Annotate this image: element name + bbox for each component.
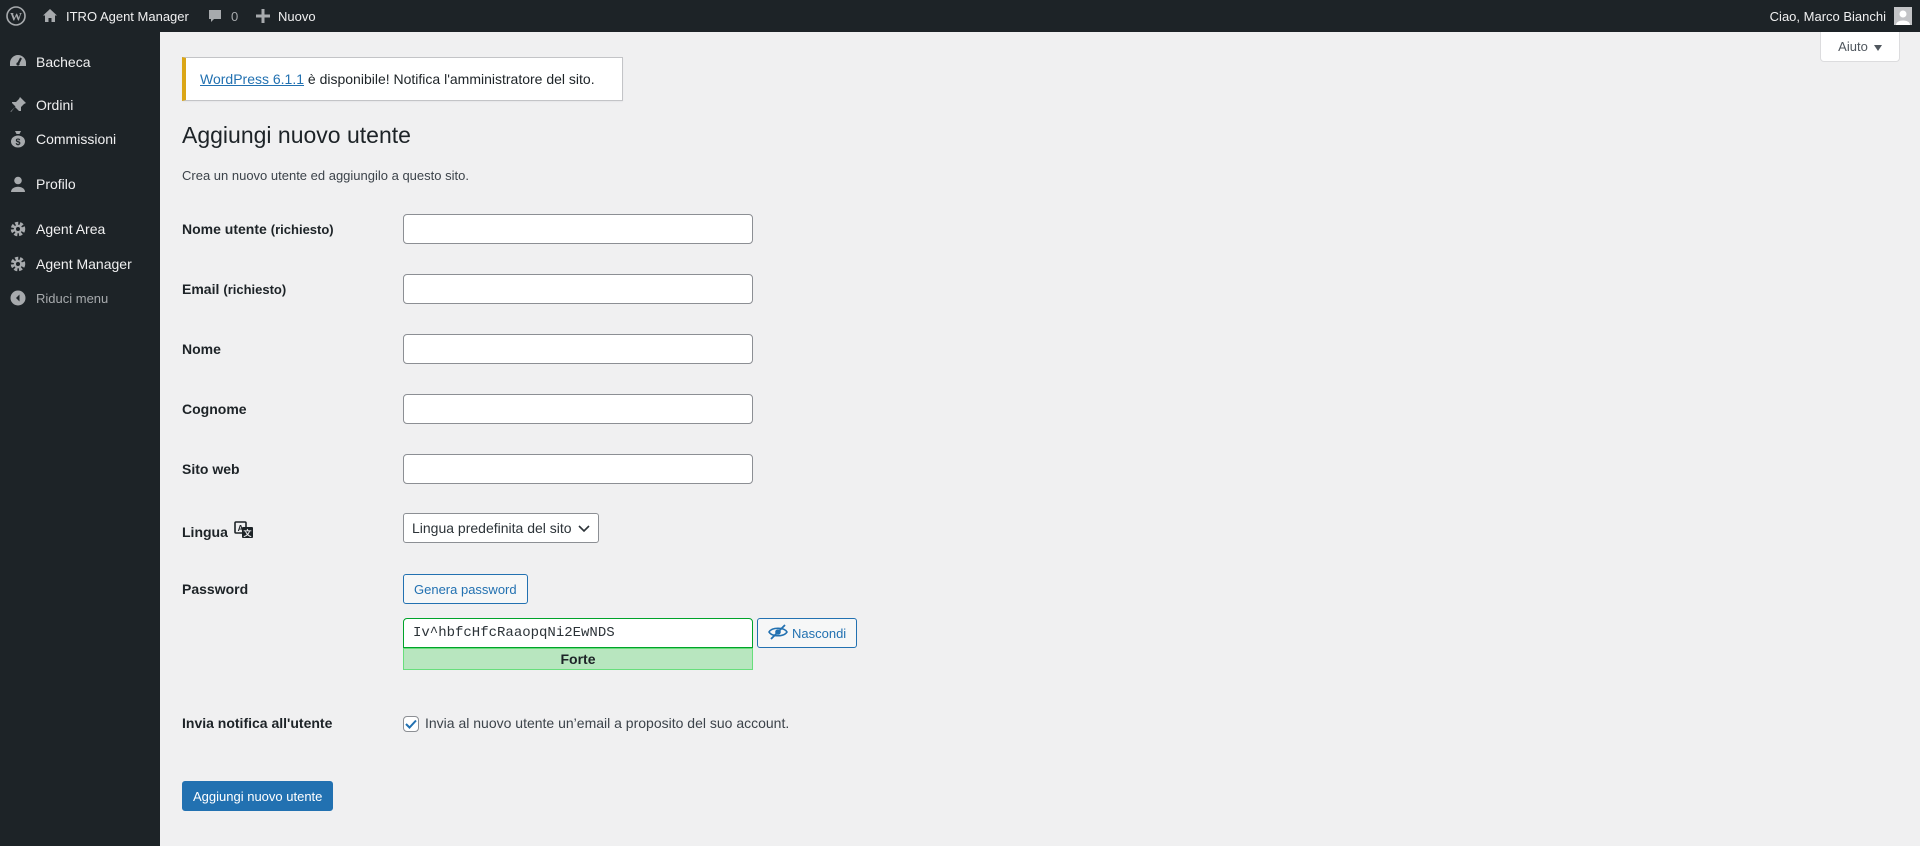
collapse-arrow-icon — [0, 290, 36, 306]
wordpress-logo-icon[interactable]: W — [6, 0, 26, 32]
dashboard-icon — [0, 53, 36, 71]
generate-password-button[interactable]: Genera password — [403, 574, 528, 604]
admin-bar: W ITRO Agent Manager 0 Nuovo Ciao, Marco… — [0, 0, 1920, 32]
wordpress-update-link[interactable]: WordPress 6.1.1 — [200, 71, 304, 87]
site-name-link[interactable]: ITRO Agent Manager — [42, 0, 189, 32]
checkmark-icon — [405, 719, 417, 729]
language-label: Lingua A文 — [182, 521, 254, 542]
sidebar-item-label: Agent Area — [36, 221, 106, 237]
hide-password-button[interactable]: Nascondi — [757, 618, 858, 648]
required-marker: (richiesto) — [223, 281, 287, 297]
email-input[interactable] — [403, 274, 753, 304]
password-label: Password — [182, 581, 249, 597]
notice-text: è disponibile! Notifica l'amministratore… — [304, 71, 595, 87]
last-name-label: Cognome — [182, 401, 247, 417]
gear-icon — [0, 255, 36, 273]
language-select[interactable]: Lingua predefinita del sito — [403, 513, 599, 543]
collapse-menu-button[interactable]: Riduci menu — [0, 281, 160, 315]
translation-icon: A文 — [234, 521, 254, 542]
comments-count: 0 — [231, 8, 239, 24]
new-content-link[interactable]: Nuovo — [256, 0, 316, 32]
password-input[interactable]: Iv^hbfcHfcRaaopqNi2EwNDS — [403, 618, 753, 648]
eye-hidden-icon — [768, 623, 788, 643]
username-input[interactable] — [403, 214, 753, 244]
website-label: Sito web — [182, 461, 240, 477]
collapse-menu-label: Riduci menu — [36, 290, 109, 306]
sidebar-item-ordini[interactable]: Ordini — [0, 88, 160, 122]
sidebar-item-commissioni[interactable]: $ Commissioni — [0, 122, 160, 156]
gear-icon — [0, 220, 36, 238]
language-selected: Lingua predefinita del sito — [412, 520, 572, 536]
first-name-input[interactable] — [403, 334, 753, 364]
pin-icon — [0, 96, 36, 114]
site-name-label: ITRO Agent Manager — [66, 8, 189, 24]
chevron-down-icon — [577, 520, 590, 536]
sidebar-item-agent-manager[interactable]: Agent Manager — [0, 247, 160, 281]
user-icon — [0, 175, 36, 193]
website-input[interactable] — [403, 454, 753, 484]
svg-text:文: 文 — [243, 528, 252, 538]
main-content: Aiuto WordPress 6.1.1 è disponibile! Not… — [160, 32, 1920, 846]
help-tab-button[interactable]: Aiuto — [1820, 32, 1900, 62]
password-strength-meter: Forte — [403, 648, 753, 670]
page-title: Aggiungi nuovo utente — [182, 122, 411, 148]
email-label: Email (richiesto) — [182, 281, 286, 297]
sidebar-item-agent-area[interactable]: Agent Area — [0, 212, 160, 246]
sidebar-item-label: Commissioni — [36, 131, 117, 147]
comments-link[interactable]: 0 — [207, 0, 238, 32]
update-notice: WordPress 6.1.1 è disponibile! Notifica … — [182, 57, 623, 101]
home-icon — [42, 8, 58, 24]
page-description: Crea un nuovo utente ed aggiungilo a que… — [182, 168, 469, 183]
required-marker: (richiesto) — [270, 221, 334, 237]
notify-checkbox[interactable] — [403, 716, 419, 732]
sidebar-item-profilo[interactable]: Profilo — [0, 167, 160, 201]
avatar — [1894, 7, 1912, 25]
first-name-label: Nome — [182, 341, 221, 357]
language-label-text: Lingua — [182, 523, 228, 540]
plus-icon — [256, 9, 270, 23]
money-bag-icon: $ — [0, 130, 36, 148]
help-label: Aiuto — [1838, 39, 1868, 54]
sidebar-item-bacheca[interactable]: Bacheca — [0, 45, 160, 79]
sidebar-item-label: Profilo — [36, 176, 76, 192]
admin-menu: Bacheca Ordini $ Commissioni Profilo Age… — [0, 32, 160, 846]
svg-text:$: $ — [15, 137, 20, 147]
greeting-label: Ciao, Marco Bianchi — [1769, 8, 1886, 24]
notify-label: Invia notifica all'utente — [182, 715, 333, 731]
email-label-text: Email — [182, 281, 220, 297]
password-value: Iv^hbfcHfcRaaopqNi2EwNDS — [413, 625, 615, 641]
last-name-input[interactable] — [403, 394, 753, 424]
sidebar-item-label: Bacheca — [36, 54, 91, 70]
username-label-text: Nome utente — [182, 221, 267, 237]
caret-down-icon — [1873, 39, 1882, 54]
hide-password-label: Nascondi — [792, 625, 847, 641]
sidebar-item-label: Agent Manager — [36, 256, 132, 272]
new-label: Nuovo — [278, 8, 316, 24]
my-account-link[interactable]: Ciao, Marco Bianchi — [1770, 0, 1912, 32]
notify-checkbox-label[interactable]: Invia al nuovo utente un’email a proposi… — [425, 715, 789, 731]
add-user-submit-button[interactable]: Aggiungi nuovo utente — [182, 781, 334, 811]
comment-icon — [207, 8, 223, 24]
username-label: Nome utente (richiesto) — [182, 221, 334, 237]
sidebar-item-label: Ordini — [36, 97, 74, 113]
svg-text:W: W — [10, 10, 22, 24]
